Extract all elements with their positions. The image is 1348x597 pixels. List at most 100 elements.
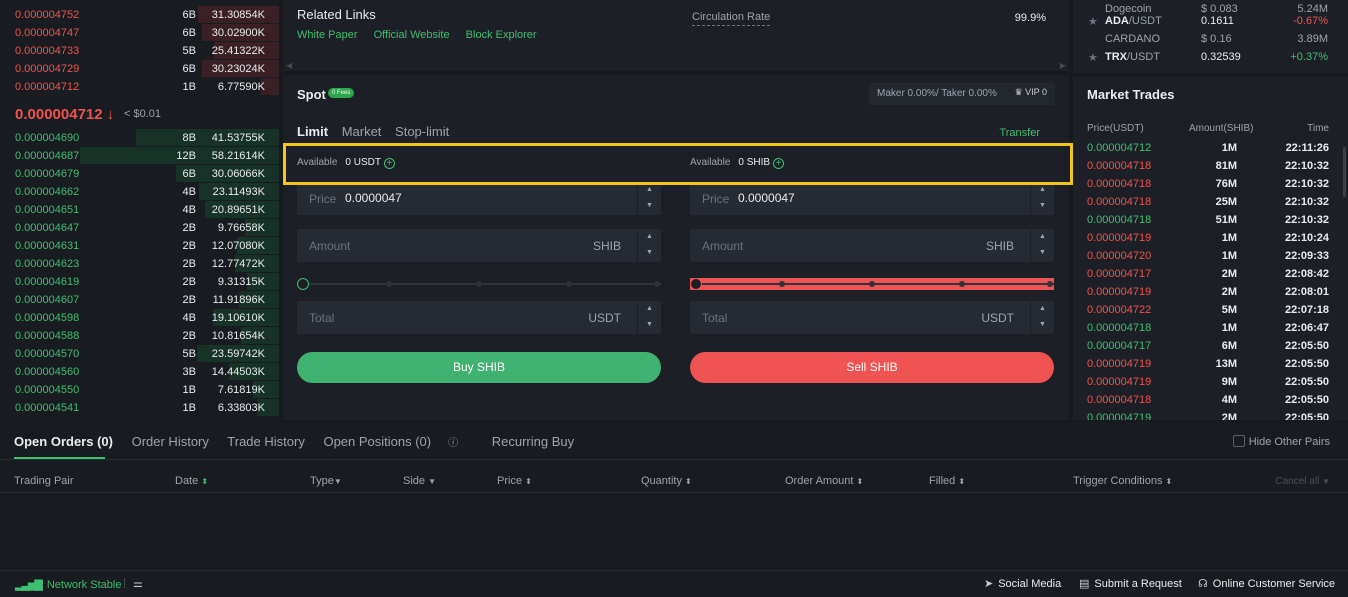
submit-request-link[interactable]: ▤ Submit a Request (1079, 577, 1182, 590)
social-media-link[interactable]: ➤ Social Media (984, 577, 1061, 590)
order-book-bid-row[interactable]: 0.000004623 2B 12.77472K (0, 255, 279, 273)
cancel-all-button[interactable]: Cancel all ▼ (1275, 476, 1330, 487)
fee-rate-box[interactable]: Maker 0.00%/ Taker 0.00% ♛ VIP 0 (869, 83, 1055, 105)
buy-total-stepper[interactable]: ▲ ▼ (637, 301, 661, 334)
increment-icon[interactable]: ▲ (638, 301, 661, 317)
scroll-left-icon[interactable]: ◀ (286, 61, 292, 70)
buy-price-field[interactable]: Price 0.0000047 ▲ ▼ (297, 182, 661, 215)
hide-other-checkbox[interactable] (1232, 435, 1245, 447)
decrement-icon[interactable]: ▼ (638, 245, 661, 261)
increment-icon[interactable]: ▲ (1031, 229, 1054, 245)
deposit-plus-icon[interactable]: + (773, 158, 785, 169)
order-book-ask-row[interactable]: 0.000004712 1B 6.77590K (0, 78, 279, 96)
tab-order-history[interactable]: Order History (132, 434, 209, 449)
tab-open-positions[interactable]: Open Positions (0) ⓘ (323, 434, 473, 449)
order-book-ask-row[interactable]: 0.000004747 6B 30.02900K (0, 24, 279, 42)
slider-handle[interactable] (297, 278, 309, 290)
deposit-plus-icon[interactable]: + (383, 158, 395, 169)
col-order-amount[interactable]: Order Amount ⬍ (785, 475, 863, 487)
block-explorer-link[interactable]: Block Explorer (466, 29, 537, 41)
order-book-bid-row[interactable]: 0.000004662 4B 23.11493K (0, 183, 279, 201)
buy-amount-field[interactable]: Amount SHIB ▲ ▼ (297, 229, 661, 262)
market-row[interactable]: ★ ADA/USDT CARDANO 0.1611 $ 0.16 -0.67% 3.89M (1073, 12, 1348, 48)
increment-icon[interactable]: ▲ (1031, 182, 1054, 198)
col-trigger-conditions[interactable]: Trigger Conditions ⬍ (1073, 475, 1172, 487)
trade-time: 22:10:32 (1284, 214, 1329, 226)
sell-total-stepper[interactable]: ▲ ▼ (1030, 301, 1054, 334)
scroll-right-icon[interactable]: ▶ (1060, 61, 1066, 70)
sort-icon[interactable]: ⬍ (201, 477, 208, 486)
decrement-icon[interactable]: ▼ (638, 198, 661, 214)
buy-price-stepper[interactable]: ▲ ▼ (637, 182, 661, 215)
sort-icon[interactable]: ⬍ (1166, 477, 1173, 486)
order-book-bid-row[interactable]: 0.000004541 1B 6.33803K (0, 399, 279, 417)
buy-button[interactable]: Buy SHIB (297, 352, 661, 383)
order-book-bid-row[interactable]: 0.000004651 4B 20.89651K (0, 201, 279, 219)
col-side[interactable]: Side ▼ (403, 475, 436, 487)
sell-amount-stepper[interactable]: ▲ ▼ (1030, 229, 1054, 262)
col-price[interactable]: Price ⬍ (497, 475, 532, 487)
buy-percent-slider[interactable] (297, 278, 661, 290)
order-book-ask-row[interactable]: 0.000004752 6B 31.30854K (0, 6, 279, 24)
white-paper-link[interactable]: White Paper (297, 29, 358, 41)
order-book-bid-row[interactable]: 0.000004550 1B 7.61819K (0, 381, 279, 399)
order-book-bid-row[interactable]: 0.000004570 5B 23.59742K (0, 345, 279, 363)
transfer-link[interactable]: Transfer (999, 127, 1040, 139)
sort-icon[interactable]: ⬍ (525, 477, 532, 486)
order-book-bid-row[interactable]: 0.000004619 2B 9.31315K (0, 273, 279, 291)
favorite-star-icon[interactable]: ★ (1088, 15, 1098, 28)
order-book-bid-row[interactable]: 0.000004647 2B 9.76658K (0, 219, 279, 237)
col-type[interactable]: Type▼ (310, 475, 342, 487)
col-quantity[interactable]: Quantity ⬍ (641, 475, 692, 487)
order-book-bid-row[interactable]: 0.000004679 6B 30.06066K (0, 165, 279, 183)
col-date[interactable]: Date ⬍ (175, 475, 208, 487)
order-book-bid-row[interactable]: 0.000004588 2B 10.81654K (0, 327, 279, 345)
tab-trade-history[interactable]: Trade History (227, 434, 305, 449)
horizontal-scrollbar[interactable]: ◀ ▶ (283, 61, 1069, 70)
buy-amount-stepper[interactable]: ▲ ▼ (637, 229, 661, 262)
order-book-bid-row[interactable]: 0.000004607 2B 11.91896K (0, 291, 279, 309)
trades-scrollbar[interactable] (1343, 147, 1346, 197)
sort-icon[interactable]: ⬍ (958, 477, 965, 486)
order-book-bid-row[interactable]: 0.000004631 2B 12.07080K (0, 237, 279, 255)
sell-price-field[interactable]: Price 0.0000047 ▲ ▼ (690, 182, 1054, 215)
official-website-link[interactable]: Official Website (374, 29, 450, 41)
decrement-icon[interactable]: ▼ (1031, 317, 1054, 333)
col-filled[interactable]: Filled ⬍ (929, 475, 965, 487)
sell-percent-slider[interactable] (690, 278, 1054, 290)
increment-icon[interactable]: ▲ (638, 182, 661, 198)
chevron-down-icon[interactable]: ▼ (1322, 477, 1330, 486)
sell-total-field[interactable]: Total USDT ▲ ▼ (690, 301, 1054, 334)
sell-button[interactable]: Sell SHIB (690, 352, 1054, 383)
sort-icon[interactable]: ⬍ (685, 477, 692, 486)
tab-market[interactable]: Market (342, 124, 382, 139)
customer-service-link[interactable]: ☊ Online Customer Service (1198, 577, 1335, 590)
order-book-bid-row[interactable]: 0.000004687 12B 58.21614K (0, 147, 279, 165)
favorite-star-icon[interactable]: ★ (1088, 51, 1098, 64)
trade-price: 0.000004719 (1087, 358, 1152, 370)
decrement-icon[interactable]: ▼ (638, 317, 661, 333)
decrement-icon[interactable]: ▼ (1031, 245, 1054, 261)
tab-stop-limit[interactable]: Stop-limit (395, 124, 449, 139)
order-book-bid-row[interactable]: 0.000004598 4B 19.10610K (0, 309, 279, 327)
buy-total-field[interactable]: Total USDT ▲ ▼ (297, 301, 661, 334)
market-row[interactable]: ★ TRX/USDT 0.32539 +0.37% (1073, 48, 1348, 73)
tab-open-orders[interactable]: Open Orders (0) (14, 434, 113, 449)
sort-icon[interactable]: ⬍ (857, 477, 864, 486)
settings-sliders-icon[interactable]: ⚌ (133, 577, 143, 590)
sell-price-stepper[interactable]: ▲ ▼ (1030, 182, 1054, 215)
order-book-ask-row[interactable]: 0.000004729 6B 30.23024K (0, 60, 279, 78)
tab-limit[interactable]: Limit (297, 124, 328, 139)
sell-amount-field[interactable]: Amount SHIB ▲ ▼ (690, 229, 1054, 262)
chevron-down-icon[interactable]: ▼ (428, 477, 436, 486)
decrement-icon[interactable]: ▼ (1031, 198, 1054, 214)
slider-handle[interactable] (690, 278, 702, 290)
chevron-down-icon[interactable]: ▼ (334, 477, 342, 486)
order-book-bid-row[interactable]: 0.000004560 3B 14.44503K (0, 363, 279, 381)
order-book-ask-row[interactable]: 0.000004733 5B 25.41322K (0, 42, 279, 60)
tab-recurring-buy[interactable]: Recurring Buy (492, 434, 574, 449)
increment-icon[interactable]: ▲ (1031, 301, 1054, 317)
hide-other-pairs[interactable]: Hide Other Pairs (1232, 435, 1330, 448)
order-book-bid-row[interactable]: 0.000004690 8B 41.53755K (0, 129, 279, 147)
increment-icon[interactable]: ▲ (638, 229, 661, 245)
